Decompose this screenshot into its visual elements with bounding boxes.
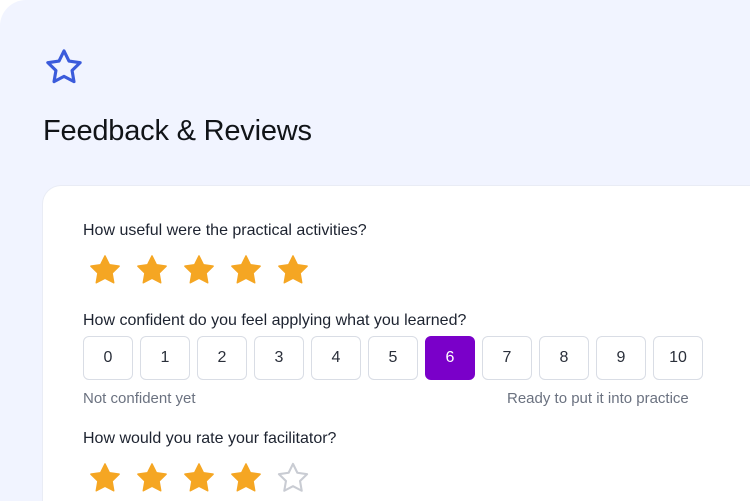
scale-option-0[interactable]: 0 — [83, 336, 133, 380]
scale-option-3[interactable]: 3 — [254, 336, 304, 380]
scale-option-5[interactable]: 5 — [368, 336, 418, 380]
star-filled-icon[interactable] — [228, 460, 264, 496]
scale-min-hint: Not confident yet — [83, 390, 196, 407]
page-title: Feedback & Reviews — [43, 115, 312, 147]
star-filled-icon[interactable] — [275, 252, 311, 288]
star-empty-icon[interactable] — [275, 460, 311, 496]
rating-stars-facilitator[interactable] — [87, 460, 311, 496]
scale-option-2[interactable]: 2 — [197, 336, 247, 380]
scale-max-hint: Ready to put it into practice — [507, 390, 689, 407]
feedback-page: Feedback & Reviews How useful were the p… — [0, 0, 750, 501]
question-label-activities: How useful were the practical activities… — [83, 222, 367, 239]
star-filled-icon[interactable] — [87, 252, 123, 288]
star-filled-icon[interactable] — [181, 460, 217, 496]
scale-option-8[interactable]: 8 — [539, 336, 589, 380]
star-filled-icon[interactable] — [134, 460, 170, 496]
star-filled-icon[interactable] — [228, 252, 264, 288]
scale-option-7[interactable]: 7 — [482, 336, 532, 380]
star-filled-icon[interactable] — [134, 252, 170, 288]
star-outline-icon — [46, 49, 82, 84]
question-label-facilitator: How would you rate your facilitator? — [83, 430, 337, 447]
scale-option-6[interactable]: 6 — [425, 336, 475, 380]
scale-option-4[interactable]: 4 — [311, 336, 361, 380]
rating-stars-activities[interactable] — [87, 252, 311, 288]
star-filled-icon[interactable] — [87, 460, 123, 496]
star-filled-icon[interactable] — [181, 252, 217, 288]
scale-option-9[interactable]: 9 — [596, 336, 646, 380]
question-label-confidence: How confident do you feel applying what … — [83, 312, 467, 329]
scale-option-1[interactable]: 1 — [140, 336, 190, 380]
feedback-card: How useful were the practical activities… — [43, 186, 750, 501]
scale-option-10[interactable]: 10 — [653, 336, 703, 380]
confidence-scale: 0 1 2 3 4 5 6 7 8 9 10 — [83, 336, 703, 380]
